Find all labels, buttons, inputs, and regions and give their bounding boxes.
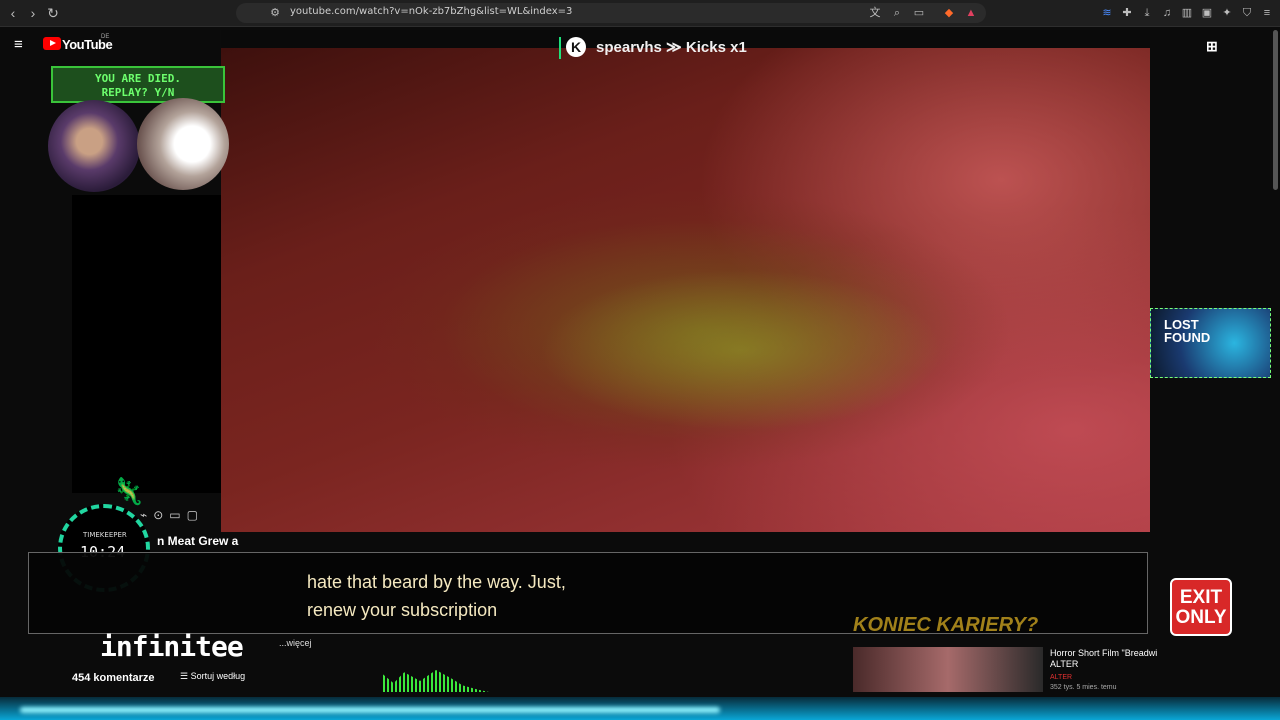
brave-rewards-icon[interactable]: ▲ xyxy=(964,6,978,20)
lizard-mascot-icon: 🦎 xyxy=(112,476,145,506)
extensions-icon[interactable]: ✚ xyxy=(1120,6,1134,20)
webcam-streamer xyxy=(48,100,140,192)
sidebar-icon[interactable]: ▥ xyxy=(1180,6,1194,20)
vpn-icon[interactable]: ⛉ xyxy=(1240,6,1254,20)
menu-icon[interactable]: ≡ xyxy=(1260,6,1274,20)
media-icon[interactable]: ≋ xyxy=(1100,6,1114,20)
bottom-glow-bar xyxy=(0,697,1280,720)
recommended-channel[interactable]: ALTER xyxy=(1050,674,1072,681)
exit-line1: EXIT xyxy=(1179,587,1223,608)
music-icon[interactable]: ♫ xyxy=(1160,6,1174,20)
download-icon[interactable]: ⤓ xyxy=(1140,6,1154,20)
hamburger-menu-icon[interactable]: ≡ xyxy=(14,36,23,53)
wallet-icon[interactable]: ▣ xyxy=(1200,6,1214,20)
lost-found-line2: FOUND xyxy=(1164,330,1211,345)
died-line2: REPLAY? Y/N xyxy=(101,86,175,99)
exit-only-sign: EXIT ONLY xyxy=(1170,578,1232,636)
recommended-title-channel[interactable]: ALTER xyxy=(1050,659,1078,669)
kick-logo-icon: K xyxy=(566,37,586,57)
video-player[interactable] xyxy=(221,30,1150,532)
audio-visualizer xyxy=(383,670,489,692)
overlay-logo-icon: ⊞ xyxy=(1206,38,1218,54)
brave-shield-icon[interactable]: ◆ xyxy=(942,6,956,20)
stream-channel-text: spearvhs ≫ Kicks x1 xyxy=(596,39,747,56)
url-text[interactable]: youtube.com/watch?v=nOk-zb7bZhg&list=WL&… xyxy=(290,6,572,17)
site-settings-icon[interactable]: ⚙ xyxy=(268,6,282,20)
reload-icon[interactable]: ↻ xyxy=(44,4,62,22)
recommended-title[interactable]: Horror Short Film "Breadwi ALTER xyxy=(1050,648,1160,670)
video-title: n Meat Grew a xyxy=(157,534,239,548)
cast-icon[interactable]: ▭ xyxy=(912,6,926,20)
webcam-guest xyxy=(137,98,229,190)
lost-found-text: LOST FOUND xyxy=(1164,318,1210,344)
youtube-logo-icon[interactable] xyxy=(43,37,61,50)
infinitee-logo: infinitee xyxy=(100,630,244,663)
sort-icon: ☰ xyxy=(180,671,191,681)
player-controls-icons[interactable]: ⌁⊙▭▢ xyxy=(140,508,204,522)
thumbnail-overlay-text: KONIEC KARIERY? xyxy=(853,614,1039,636)
zoom-icon[interactable]: ⌕ xyxy=(890,6,904,20)
sort-label: Sortuj według xyxy=(190,671,246,681)
you-are-died-overlay: YOU ARE DIED. REPLAY? Y/N xyxy=(51,66,225,103)
recommended-title-text[interactable]: Horror Short Film "Breadwi xyxy=(1050,648,1157,658)
back-icon[interactable]: ‹ xyxy=(4,4,22,22)
exit-line2: ONLY xyxy=(1175,607,1227,628)
died-line1: YOU ARE DIED. xyxy=(94,72,182,85)
translate-icon[interactable]: 文 xyxy=(868,6,882,20)
overlay-panel xyxy=(72,195,221,493)
forward-icon[interactable]: › xyxy=(24,4,42,22)
country-code: DE xyxy=(101,34,110,40)
sort-button[interactable]: ☰ Sortuj według xyxy=(180,671,245,682)
recommended-thumbnail[interactable] xyxy=(853,647,1043,692)
scrollbar[interactable] xyxy=(1273,30,1278,190)
more-link[interactable]: ...więcej xyxy=(279,638,312,648)
caption-line-1: hate that beard by the way. Just, xyxy=(307,572,566,592)
comments-count: 454 komentarze xyxy=(72,672,155,684)
leo-icon[interactable]: ✦ xyxy=(1220,6,1234,20)
timekeeper-label: TIMEKEEPER xyxy=(83,531,127,539)
caption-line-2: renew your subscription xyxy=(307,600,498,620)
recommended-meta: 352 tys. 5 mies. temu xyxy=(1050,684,1117,691)
